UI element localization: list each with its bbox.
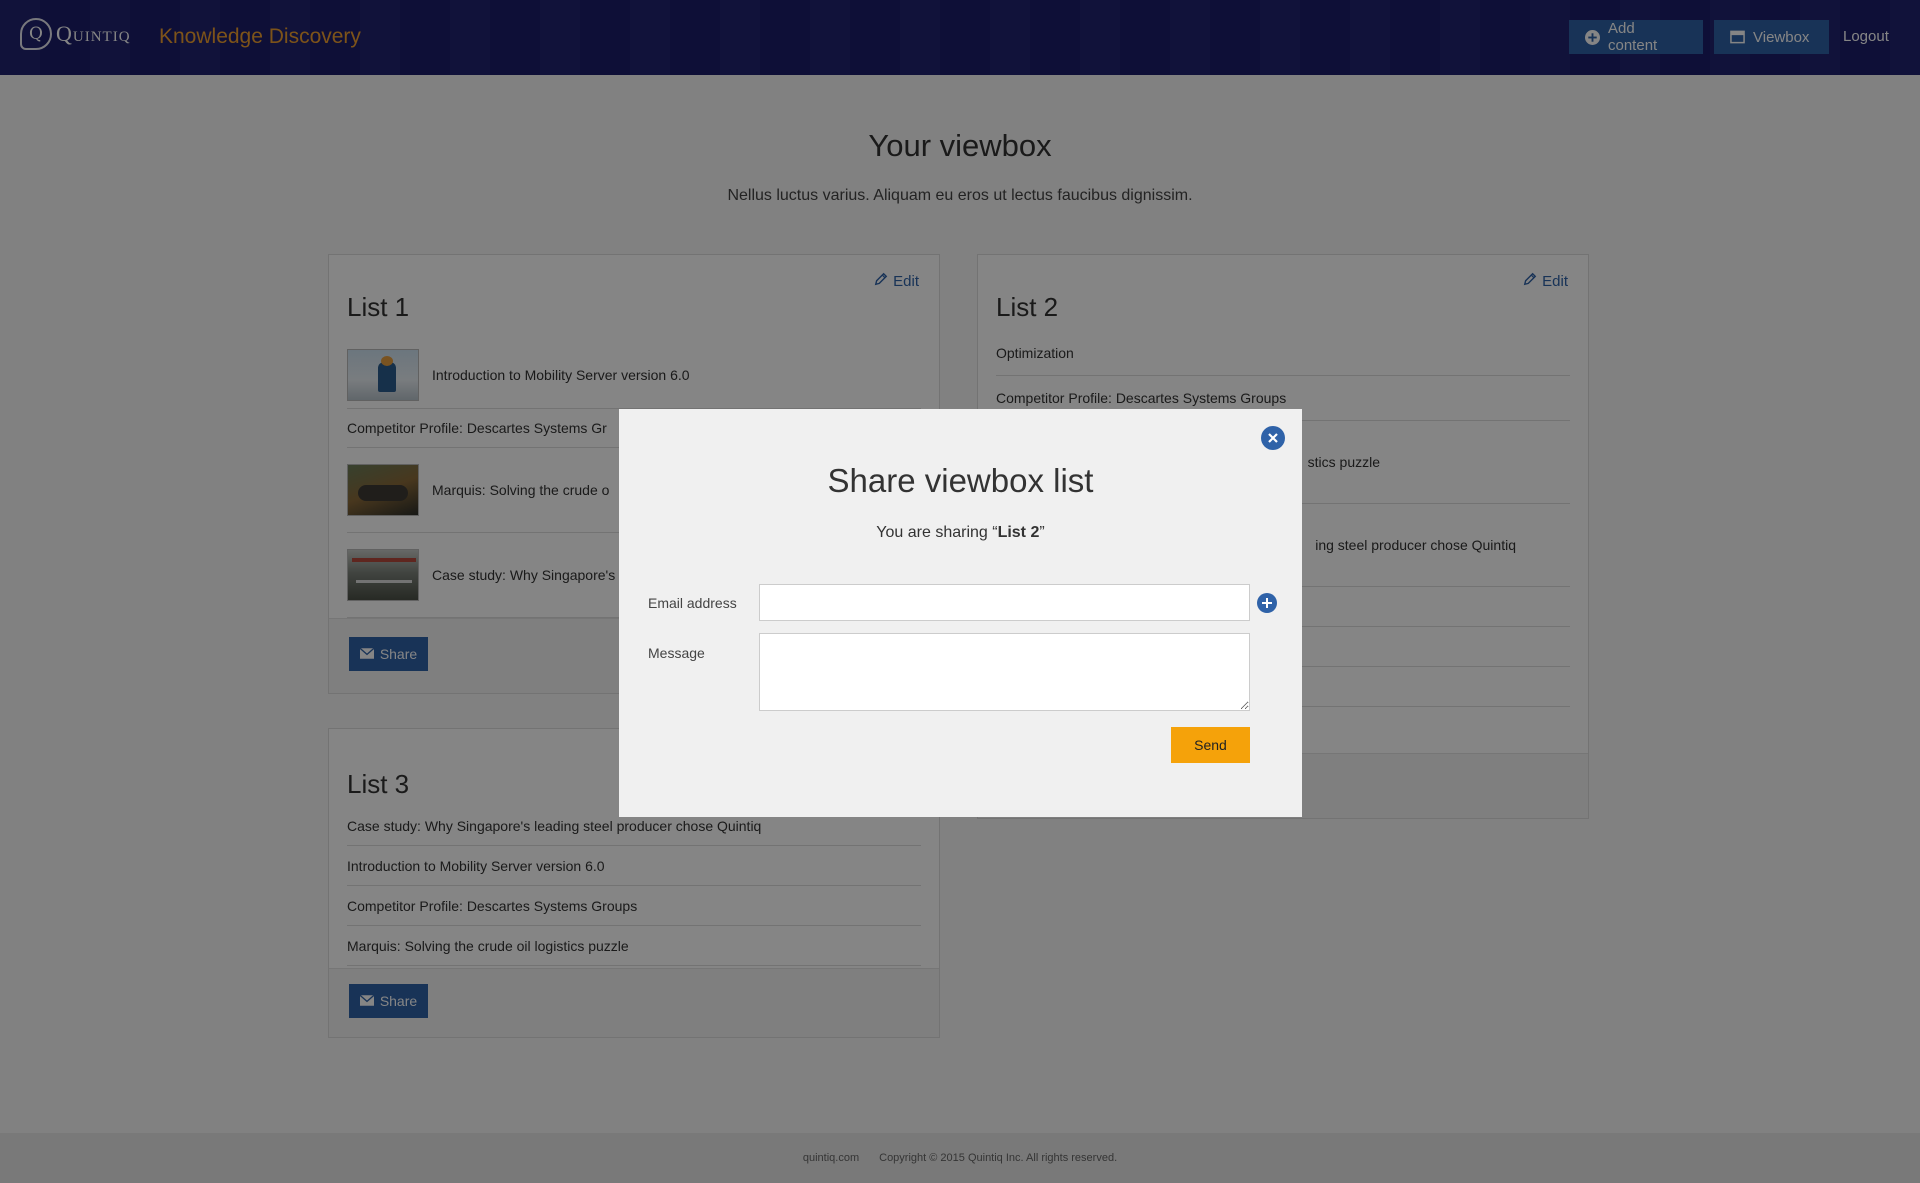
email-label: Email address [648, 595, 737, 611]
modal-subtitle: You are sharing “List 2” [619, 524, 1302, 542]
send-button[interactable]: Send [1171, 727, 1250, 763]
sharing-prefix: You are sharing “ [876, 524, 998, 541]
add-recipient-icon[interactable] [1257, 593, 1277, 613]
share-viewbox-modal: Share viewbox list You are sharing “List… [619, 409, 1302, 817]
modal-title: Share viewbox list [827, 462, 1094, 499]
close-icon[interactable] [1261, 426, 1285, 450]
email-field[interactable] [759, 584, 1250, 621]
message-field[interactable] [759, 633, 1250, 711]
shared-list-name: List 2 [997, 524, 1040, 541]
sharing-suffix: ” [1039, 524, 1045, 541]
message-label: Message [648, 645, 705, 661]
